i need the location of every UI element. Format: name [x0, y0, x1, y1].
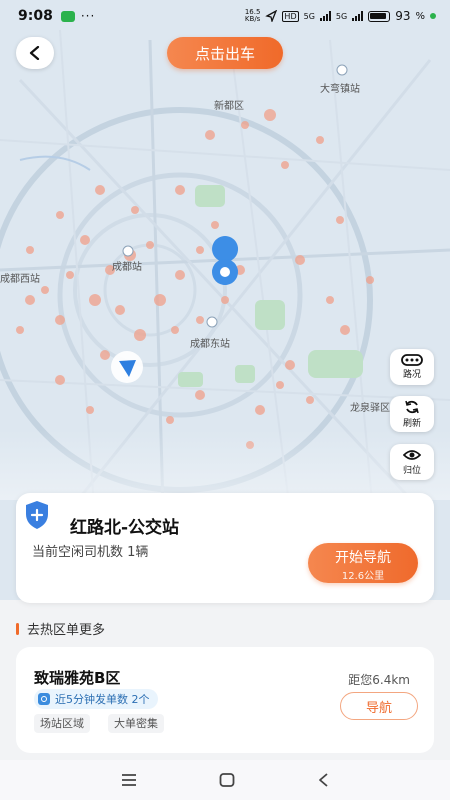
battery-level: 93 [395, 9, 411, 23]
order-badge-text: 近5分钟发单数 2个 [55, 693, 150, 706]
location-arrow-icon [265, 10, 278, 22]
hd-badge: HD [282, 10, 299, 22]
hot-zone-name: 致瑞雅苑B区 [34, 669, 121, 687]
hot-zone-card[interactable]: 致瑞雅苑B区 距您6.4km 近5分钟发单数 2个 场站区域 大单密集 导航 [16, 647, 434, 753]
map-fade [0, 430, 450, 500]
map-label-chengdu-west: 成都西站 [0, 274, 40, 285]
signal-bars-icon-2 [352, 11, 364, 21]
wechat-icon [60, 10, 75, 22]
home-square-icon[interactable] [219, 772, 235, 788]
signal-5g-label-2: 5G [335, 11, 348, 21]
depart-button[interactable]: 点击出车 [167, 37, 283, 69]
network-speed: 16.5 KB/s [244, 8, 261, 23]
station-name: 红路北-公交站 [70, 518, 180, 538]
charging-dot-icon [430, 13, 436, 19]
traffic-button[interactable]: 路况 [390, 349, 434, 385]
tag-large-orders: 大单密集 [108, 714, 164, 733]
status-time: 9:08 [18, 8, 53, 24]
signal-bars-icon [319, 11, 331, 21]
map-label-chengdu-east: 成都东站 [190, 339, 230, 350]
map-label-chengdu-station: 成都站 [112, 262, 142, 273]
battery-icon [368, 10, 391, 22]
locate-icon [403, 450, 421, 460]
refresh-button[interactable]: 刷新 [390, 396, 434, 432]
refresh-label: 刷新 [402, 419, 421, 429]
start-navigation-label: 开始导航 [335, 550, 391, 566]
start-navigation-button[interactable]: 开始导航 12.6公里 [308, 543, 418, 583]
signal-5g-label-1: 5G [303, 11, 315, 21]
locate-label: 归位 [402, 466, 421, 476]
refresh-icon [405, 400, 419, 414]
hot-zone-navigate-button[interactable]: 导航 [340, 692, 418, 720]
back-triangle-icon[interactable] [317, 772, 329, 788]
locate-button[interactable]: 归位 [390, 444, 434, 480]
map-label-longquanyi: 龙泉驿区 [350, 403, 390, 414]
system-nav-bar [0, 760, 450, 800]
shield-plus-icon [26, 501, 48, 529]
traffic-icon [401, 354, 423, 366]
menu-icon[interactable] [121, 773, 137, 787]
map-label-xindu: 新都区 [214, 101, 244, 112]
traffic-label: 路况 [402, 370, 421, 380]
tag-station-area: 场站区域 [34, 714, 90, 733]
order-count-badge: 近5分钟发单数 2个 [34, 689, 158, 709]
section-title-text: 去热区单更多 [27, 623, 106, 638]
section-accent-bar [16, 622, 19, 635]
station-distance: 12.6公里 [341, 571, 385, 582]
chevron-left-icon [29, 46, 40, 60]
back-button[interactable] [16, 37, 54, 69]
percent-sign: % [415, 10, 425, 22]
station-card: 红路北-公交站 当前空闲司机数 1辆 开始导航 12.6公里 [16, 493, 434, 603]
more-dots-icon: ··· [80, 9, 96, 23]
hot-zone-section-title: 去热区单更多 [16, 619, 105, 638]
idle-drivers-text: 当前空闲司机数 1辆 [32, 545, 149, 560]
order-badge-icon [38, 693, 50, 705]
status-bar: 9:08 ··· 16.5 KB/s HD 5G 5G 93% [0, 0, 450, 32]
hot-zone-distance: 距您6.4km [348, 673, 410, 687]
map-label-dawan: 大弯镇站 [320, 84, 360, 95]
